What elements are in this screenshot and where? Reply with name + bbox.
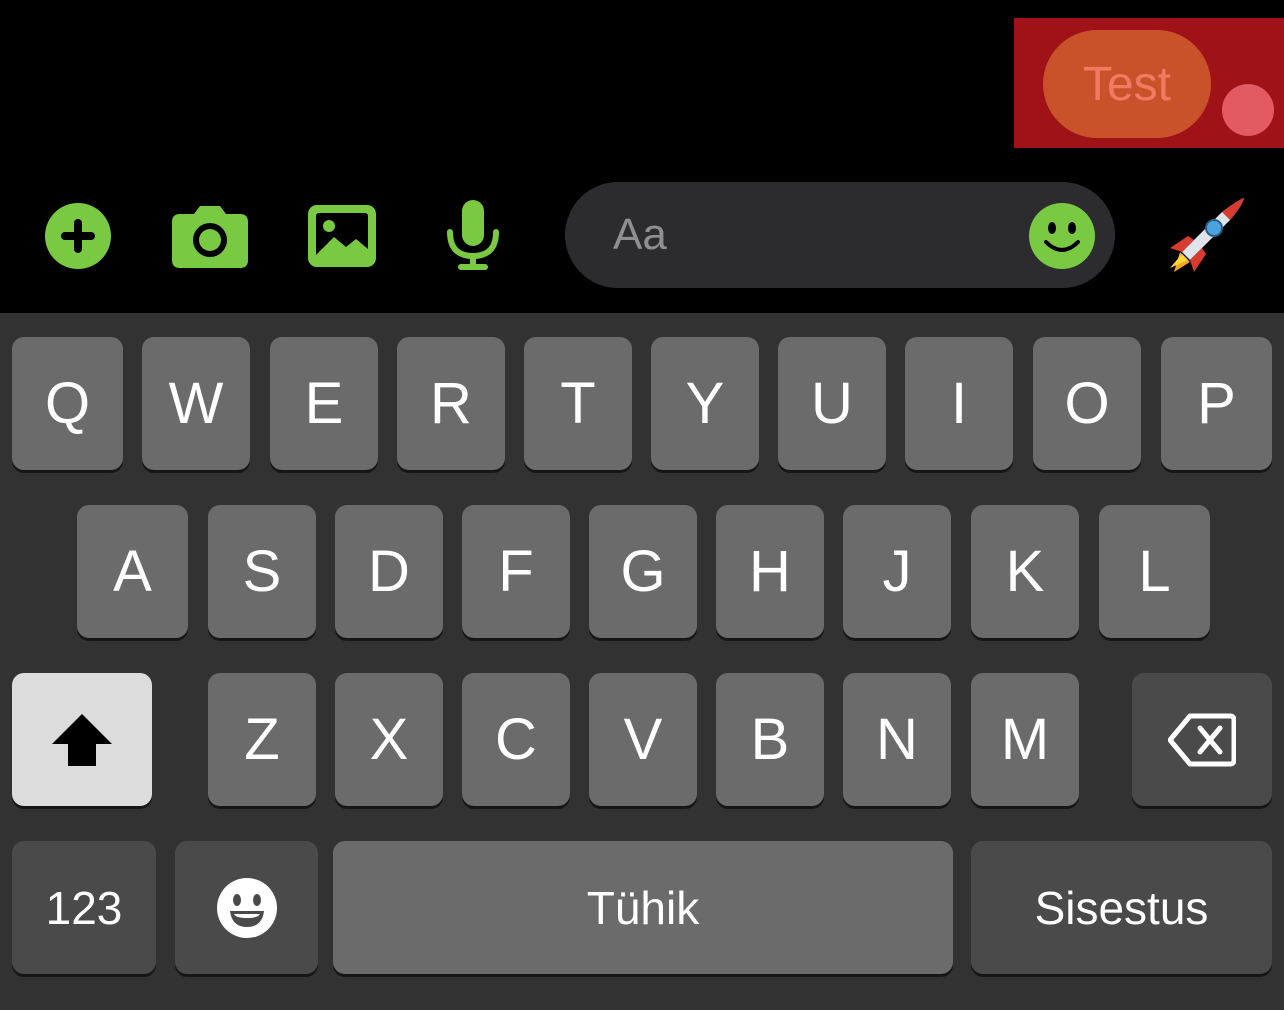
key-label: J (882, 539, 912, 604)
image-icon (308, 205, 376, 267)
key-t[interactable]: T (524, 337, 632, 470)
microphone-icon (447, 200, 499, 270)
key-x[interactable]: X (335, 673, 443, 806)
emoji-keyboard-icon (216, 877, 277, 938)
key-q[interactable]: Q (12, 337, 123, 470)
key-e[interactable]: E (270, 337, 378, 470)
space-key-label: Tühik (586, 881, 700, 934)
key-label: H (749, 539, 791, 604)
key-label: W (168, 371, 224, 436)
message-text: Test (1082, 57, 1172, 111)
key-c[interactable]: C (462, 673, 570, 806)
key-label: K (1005, 539, 1045, 604)
key-k[interactable]: K (971, 505, 1079, 638)
gallery-button[interactable] (308, 205, 376, 267)
key-g[interactable]: G (589, 505, 697, 638)
key-r[interactable]: R (397, 337, 505, 470)
key-label: E (304, 371, 344, 436)
quick-reaction-button[interactable] (1160, 196, 1246, 276)
shift-arrow-icon (52, 713, 112, 766)
key-s[interactable]: S (208, 505, 316, 638)
key-o[interactable]: O (1033, 337, 1141, 470)
key-z[interactable]: Z (208, 673, 316, 806)
message-input-container[interactable] (565, 182, 1115, 288)
key-label: Z (244, 707, 280, 772)
key-label: F (498, 539, 534, 604)
key-label: Y (685, 371, 725, 436)
key-label: R (430, 371, 472, 436)
key-label: U (811, 371, 853, 436)
numbers-key-label: 123 (45, 881, 123, 934)
key-label: S (242, 539, 282, 604)
camera-icon (172, 206, 248, 268)
backspace-icon (1168, 713, 1236, 766)
key-label: V (623, 707, 663, 772)
key-b[interactable]: B (716, 673, 824, 806)
key-label: P (1197, 371, 1236, 436)
key-label: B (750, 707, 790, 772)
key-label: C (495, 707, 537, 772)
key-f[interactable]: F (462, 505, 570, 638)
key-w[interactable]: W (142, 337, 250, 470)
key-m[interactable]: M (971, 673, 1079, 806)
key-label: T (560, 371, 596, 436)
key-j[interactable]: J (843, 505, 951, 638)
voice-button[interactable] (444, 200, 502, 272)
key-l[interactable]: L (1099, 505, 1210, 638)
message-bubble[interactable]: Test (1043, 30, 1211, 138)
key-label: D (368, 539, 410, 604)
key-u[interactable]: U (778, 337, 886, 470)
key-label: L (1138, 539, 1171, 604)
numbers-key[interactable]: 123 (12, 841, 156, 974)
key-p[interactable]: P (1161, 337, 1272, 470)
message-status-dot (1222, 84, 1274, 136)
key-label: G (620, 539, 666, 604)
return-key[interactable]: Sisestus (971, 841, 1272, 974)
add-button[interactable] (44, 202, 112, 270)
key-label: O (1064, 371, 1110, 436)
key-label: I (950, 371, 968, 436)
key-label: X (369, 707, 409, 772)
message-input[interactable] (611, 209, 1015, 261)
smiley-icon (1029, 203, 1095, 269)
key-h[interactable]: H (716, 505, 824, 638)
emoji-button[interactable] (1028, 202, 1096, 270)
shift-key[interactable] (12, 673, 152, 806)
key-i[interactable]: I (905, 337, 1013, 470)
key-a[interactable]: A (77, 505, 188, 638)
space-key[interactable]: Tühik (333, 841, 953, 974)
key-v[interactable]: V (589, 673, 697, 806)
key-label: M (1000, 707, 1050, 772)
return-key-label: Sisestus (1034, 881, 1209, 934)
key-d[interactable]: D (335, 505, 443, 638)
key-label: A (113, 539, 152, 604)
emoji-keyboard-key[interactable] (175, 841, 318, 974)
key-label: N (876, 707, 918, 772)
key-y[interactable]: Y (651, 337, 759, 470)
key-label: Q (44, 371, 91, 436)
backspace-key[interactable] (1132, 673, 1272, 806)
camera-button[interactable] (172, 206, 248, 268)
rocket-icon (1170, 198, 1244, 272)
key-n[interactable]: N (843, 673, 951, 806)
plus-circle-icon (45, 203, 111, 269)
